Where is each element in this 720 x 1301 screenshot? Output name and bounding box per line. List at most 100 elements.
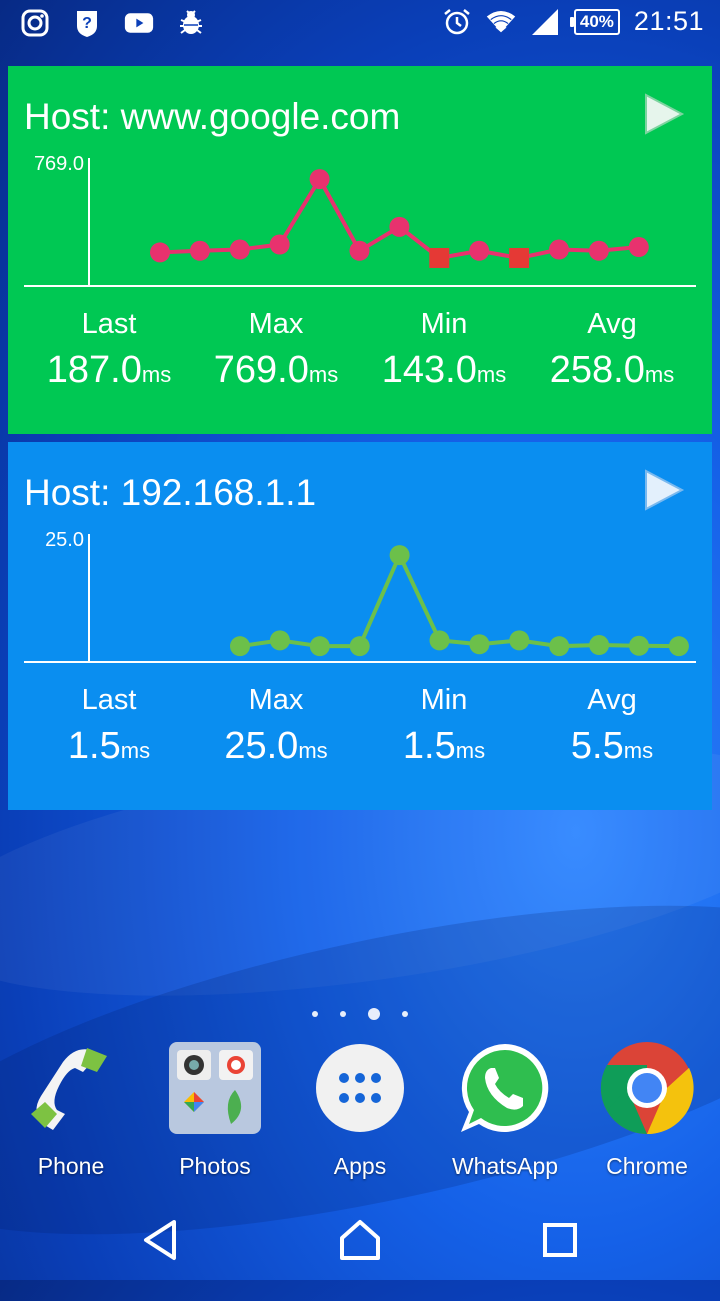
phone-icon (31, 1048, 107, 1130)
page-dot (340, 1011, 346, 1017)
page-dot (312, 1011, 318, 1017)
dock-whatsapp[interactable]: WhatsApp (440, 1040, 570, 1180)
dock-label: Chrome (606, 1153, 688, 1179)
host-label: Host: (24, 96, 111, 137)
host-title: Host: 192.168.1.1 (24, 472, 316, 514)
chrome-icon (600, 1042, 694, 1135)
dock-chrome[interactable]: Chrome (582, 1040, 712, 1180)
stat-label: Min (420, 308, 468, 340)
data-point (549, 239, 569, 260)
stat-value: 1.5ms (67, 725, 151, 767)
stat-label: Last (81, 684, 137, 716)
data-point (269, 234, 290, 255)
host-title: Host: www.google.com (24, 96, 400, 138)
ping-widget-router[interactable]: Host: 192.168.1.1 25.0 Last 1.5ms Max 25… (8, 442, 712, 810)
stat-label: Max (248, 684, 304, 716)
data-point (509, 630, 530, 651)
status-bar: ? 40% 21:51 (0, 0, 720, 50)
dock-label: Apps (333, 1153, 387, 1179)
dock-label: WhatsApp (451, 1153, 559, 1179)
dock-label: Phone (37, 1153, 105, 1179)
stat-label: Avg (587, 308, 637, 340)
stat-value: 5.5ms (570, 725, 654, 767)
dock-apps[interactable]: Apps (295, 1040, 425, 1180)
bug-icon (176, 8, 206, 38)
unknown-notification-icon: ? (72, 8, 102, 38)
data-point (309, 169, 330, 190)
stat-min: Min 143.0ms (359, 308, 529, 392)
stat-value: 258.0ms (549, 349, 675, 391)
ping-widget-google[interactable]: Host: www.google.com 769.0 Last 187.0ms … (8, 66, 712, 434)
stat-last: Last 1.5ms (24, 684, 194, 768)
clock: 21:51 (633, 6, 704, 36)
app-dock: Phone Photos Apps WhatsApp Chrome (0, 1040, 720, 1190)
stat-label: Min (420, 684, 468, 716)
data-point (469, 240, 490, 261)
host-value: 192.168.1.1 (120, 472, 317, 513)
stat-value: 143.0ms (381, 349, 507, 391)
data-point (429, 630, 450, 651)
data-point (269, 630, 290, 651)
stat-label: Last (81, 308, 137, 340)
play-icon[interactable] (642, 92, 686, 136)
stat-value: 769.0ms (213, 349, 339, 391)
stat-avg: Avg 5.5ms (527, 684, 697, 768)
data-point (629, 635, 649, 656)
stat-avg: Avg 258.0ms (527, 308, 697, 392)
data-point (150, 242, 170, 263)
data-point (349, 240, 370, 261)
dock-photos[interactable]: Photos (150, 1040, 280, 1180)
data-point (230, 636, 250, 657)
data-point (668, 636, 689, 657)
instagram-icon (20, 8, 50, 38)
page-indicator (0, 1008, 720, 1020)
data-point (549, 636, 570, 657)
data-point (389, 216, 410, 237)
stat-max: Max 769.0ms (191, 308, 361, 392)
latency-chart: 25.0 (24, 529, 696, 663)
stat-label: Max (248, 308, 304, 340)
latency-chart: 769.0 (24, 153, 696, 287)
dock-label: Photos (179, 1153, 251, 1179)
data-point (389, 545, 410, 566)
battery-indicator: 40% (569, 8, 620, 35)
photos-folder-icon (169, 1042, 261, 1134)
wifi-icon (486, 7, 516, 37)
page-dot (402, 1011, 408, 1017)
data-point (229, 239, 250, 260)
stat-last: Last 187.0ms (24, 308, 194, 392)
y-max-label: 25.0 (45, 529, 84, 551)
stat-value: 25.0ms (224, 725, 328, 767)
data-point-failed (509, 247, 530, 268)
data-point (309, 636, 330, 657)
play-icon[interactable] (642, 468, 686, 512)
recents-icon (543, 1223, 577, 1257)
home-button[interactable] (330, 1214, 390, 1266)
dock-phone[interactable]: Phone (6, 1040, 136, 1180)
data-point (349, 636, 370, 657)
apps-grid-icon (316, 1044, 404, 1132)
youtube-icon (124, 8, 154, 38)
series-line (239, 550, 679, 649)
stats-row: Last 187.0ms Max 769.0ms Min 143.0ms Avg… (24, 308, 696, 408)
home-icon (340, 1220, 380, 1260)
whatsapp-icon (461, 1044, 549, 1132)
svg-text:?: ? (82, 15, 92, 32)
stat-min: Min 1.5ms (359, 684, 529, 768)
data-point (189, 240, 210, 261)
stat-value: 187.0ms (46, 349, 172, 391)
alarm-icon (442, 7, 472, 37)
data-point (588, 240, 609, 261)
data-point (628, 237, 649, 258)
stat-max: Max 25.0ms (191, 684, 361, 768)
host-value: www.google.com (120, 96, 401, 137)
navigation-bar (0, 1200, 720, 1280)
back-button[interactable] (130, 1214, 190, 1266)
signal-icon (530, 7, 560, 37)
stat-label: Avg (587, 684, 637, 716)
host-label: Host: (24, 472, 111, 513)
stat-value: 1.5ms (402, 725, 486, 767)
stats-row: Last 1.5ms Max 25.0ms Min 1.5ms Avg 5.5m… (24, 684, 696, 784)
data-point-failed (429, 247, 450, 268)
recents-button[interactable] (530, 1214, 590, 1266)
